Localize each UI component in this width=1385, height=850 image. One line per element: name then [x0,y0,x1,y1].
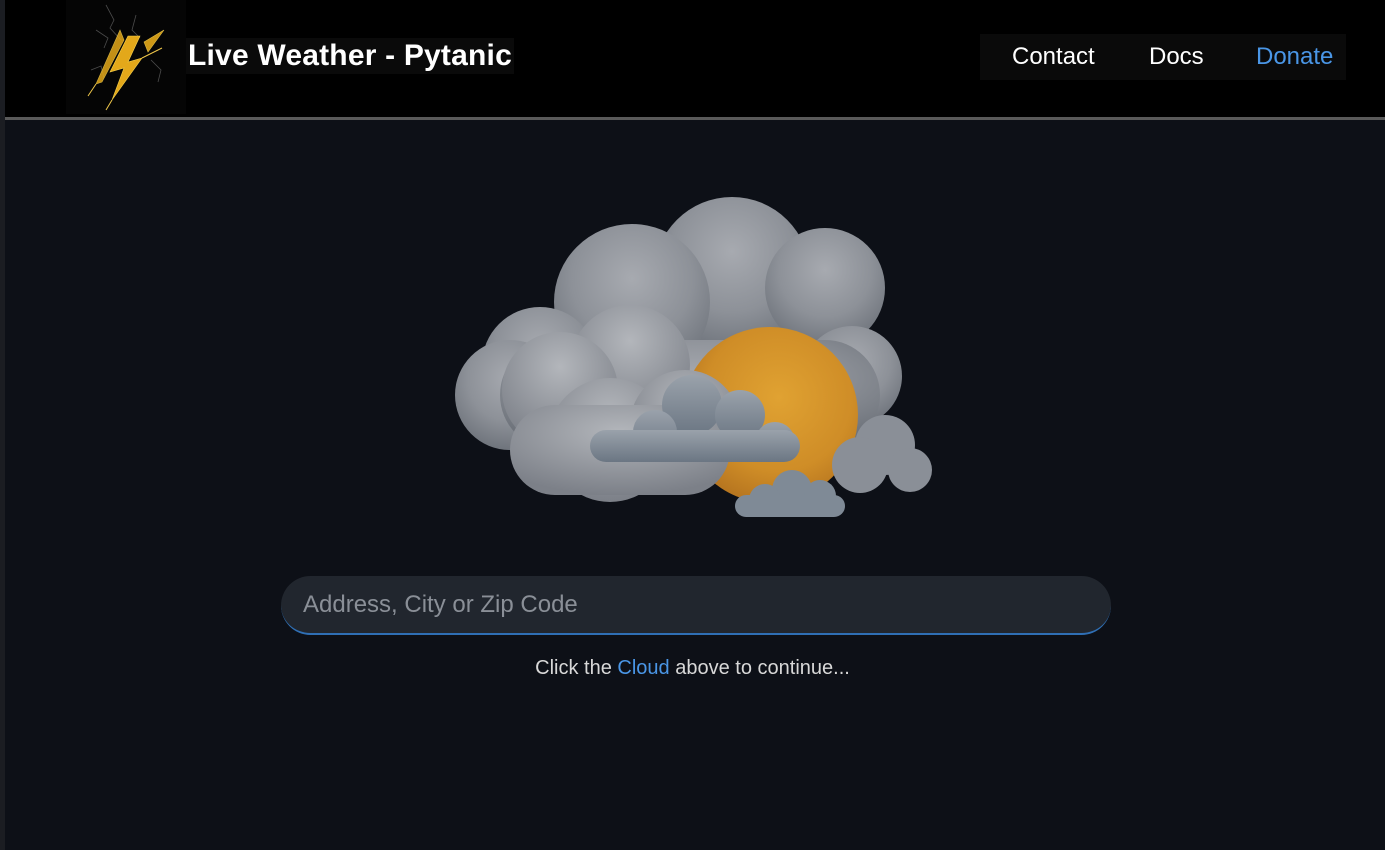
cloud-sun-icon[interactable] [440,190,940,535]
hint-suffix: above to continue... [669,657,850,679]
cloud-link[interactable]: Cloud [617,657,669,679]
site-header: Live Weather - Pytanic Contact Docs Dona… [5,0,1385,120]
hint-prefix: Click the [535,657,618,679]
lightning-logo-icon[interactable] [66,0,186,114]
search-bar [281,576,1111,635]
main-nav: Contact Docs Donate [980,34,1346,80]
hint-text: Click the Cloud above to continue... [0,656,1385,680]
window-edge [0,0,5,850]
nav-contact-link[interactable]: Contact [1012,42,1095,72]
site-title[interactable]: Live Weather - Pytanic [186,38,514,74]
nav-docs-link[interactable]: Docs [1149,42,1204,72]
address-search-input[interactable] [281,576,1111,635]
nav-donate-link[interactable]: Donate [1256,42,1333,72]
